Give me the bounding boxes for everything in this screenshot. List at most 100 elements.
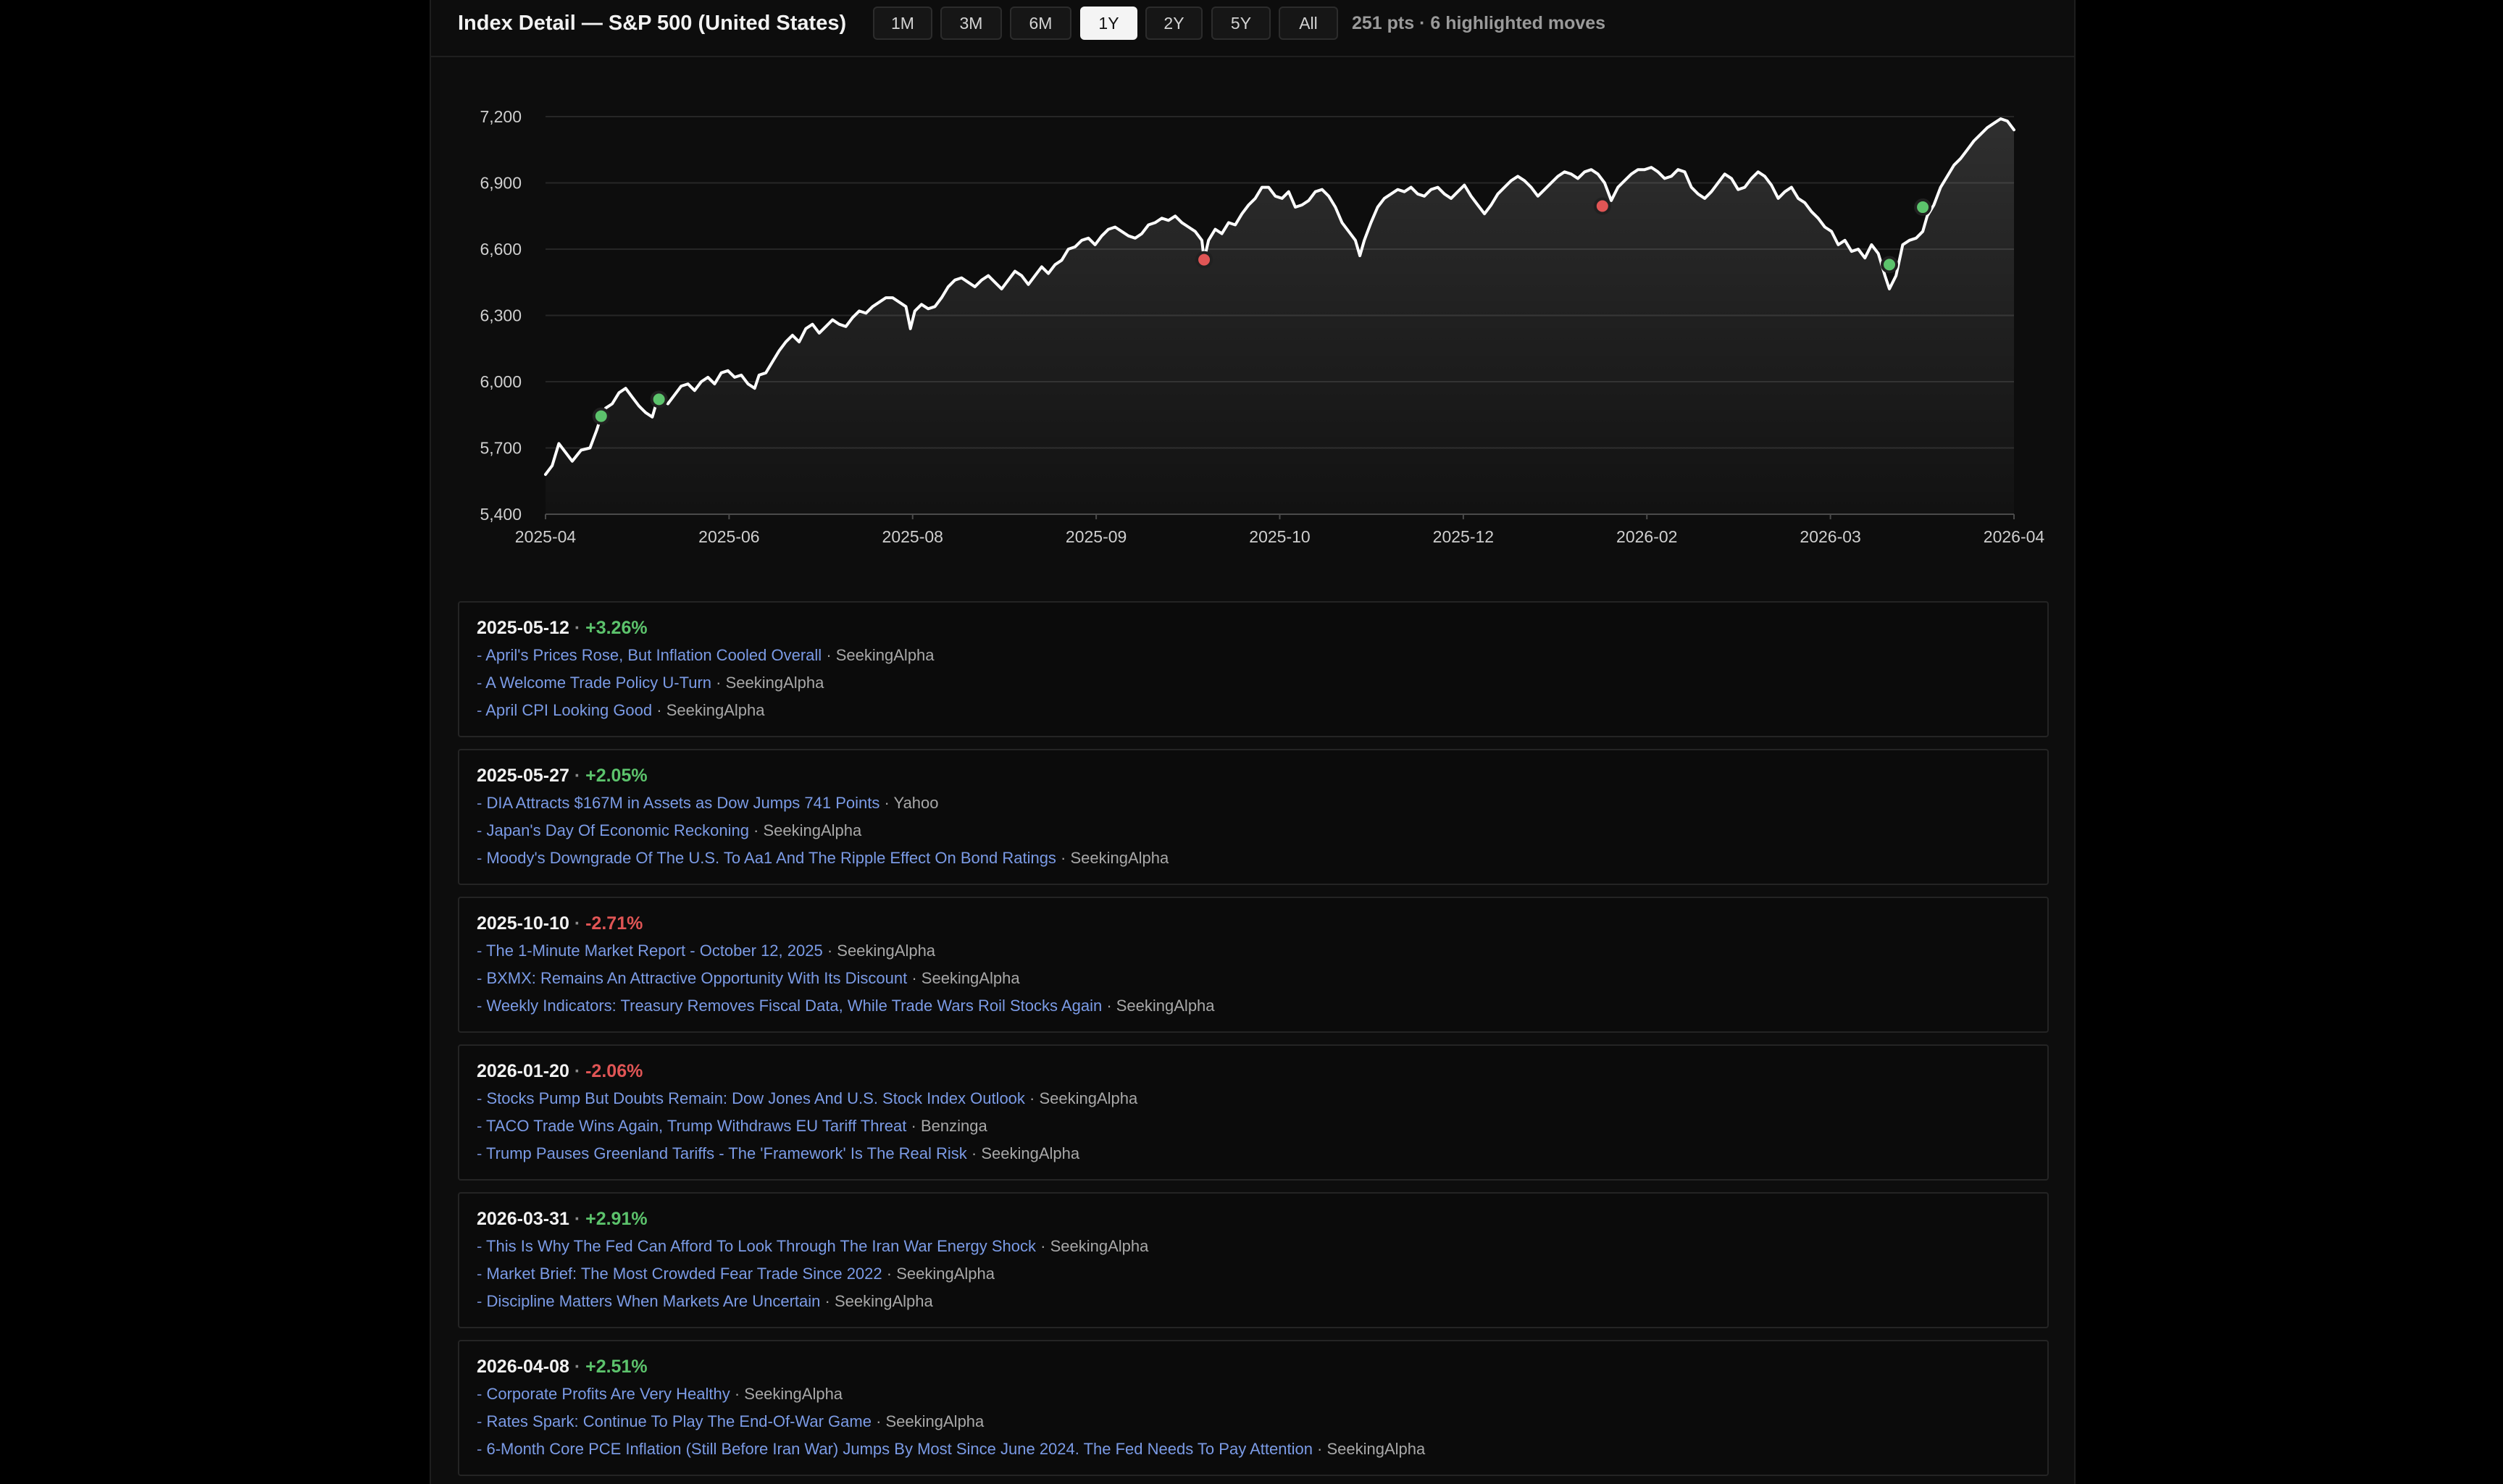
y-tick-label: 6,600 bbox=[480, 240, 522, 259]
news-source: · SeekingAlpha bbox=[907, 969, 1020, 987]
move-change: +2.51% bbox=[585, 1357, 648, 1377]
bullet-dash: - bbox=[477, 1265, 487, 1283]
x-tick-label: 2025-08 bbox=[882, 527, 943, 546]
range-button-1m[interactable]: 1M bbox=[873, 7, 932, 40]
move-header: 2025-05-12 · +3.26% bbox=[477, 616, 648, 640]
move-marker-up[interactable] bbox=[592, 407, 610, 425]
news-source: · SeekingAlpha bbox=[822, 942, 936, 960]
move-marker-up[interactable] bbox=[1881, 256, 1899, 274]
news-link[interactable]: Rates Spark: Continue To Play The End-Of… bbox=[486, 1412, 872, 1430]
news-link[interactable]: April's Prices Rose, But Inflation Coole… bbox=[485, 646, 822, 664]
bullet-dash: - bbox=[477, 1117, 487, 1135]
range-button-1y[interactable]: 1Y bbox=[1080, 7, 1137, 40]
news-source: · SeekingAlpha bbox=[871, 1412, 985, 1430]
separator-dot: · bbox=[569, 1061, 586, 1081]
separator-dot: · bbox=[569, 913, 586, 934]
move-date: 2026-01-20 bbox=[477, 1061, 569, 1081]
index-detail-panel: Index Detail — S&P 500 (United States) 1… bbox=[430, 0, 2076, 1484]
summary-text: 251 pts · 6 highlighted moves bbox=[1352, 13, 1606, 33]
news-item: - April's Prices Rose, But Inflation Coo… bbox=[477, 643, 935, 668]
news-item: - A Welcome Trade Policy U-Turn · Seekin… bbox=[477, 671, 824, 695]
news-source: · SeekingAlpha bbox=[820, 1292, 933, 1310]
header-bar: Index Detail — S&P 500 (United States) 1… bbox=[431, 0, 2074, 57]
move-card: 2026-01-20 · -2.06% - Stocks Pump But Dou… bbox=[458, 1044, 2049, 1181]
separator-dot: · bbox=[569, 766, 586, 786]
news-link[interactable]: Weekly Indicators: Treasury Removes Fisc… bbox=[486, 997, 1102, 1015]
bullet-dash: - bbox=[477, 1440, 487, 1458]
news-link[interactable]: Trump Pauses Greenland Tariffs - The 'Fr… bbox=[486, 1144, 967, 1162]
bullet-dash: - bbox=[477, 849, 487, 867]
x-tick-label: 2025-12 bbox=[1433, 527, 1494, 546]
news-item: - April CPI Looking Good · SeekingAlpha bbox=[477, 698, 764, 723]
range-button-6m[interactable]: 6M bbox=[1010, 7, 1071, 40]
move-header: 2026-04-08 · +2.51% bbox=[477, 1354, 648, 1379]
range-button-5y[interactable]: 5Y bbox=[1211, 7, 1271, 40]
series-area-fill bbox=[546, 119, 2014, 514]
news-link[interactable]: The 1-Minute Market Report - October 12,… bbox=[486, 942, 823, 960]
bullet-dash: - bbox=[477, 701, 486, 719]
move-marker-up[interactable] bbox=[650, 390, 668, 408]
move-date: 2025-05-12 bbox=[477, 618, 569, 638]
news-link[interactable]: A Welcome Trade Policy U-Turn bbox=[485, 674, 711, 692]
news-item: - 6-Month Core PCE Inflation (Still Befo… bbox=[477, 1437, 1425, 1462]
range-button-3m[interactable]: 3M bbox=[940, 7, 1002, 40]
news-item: - Moody's Downgrade Of The U.S. To Aa1 A… bbox=[477, 846, 1169, 871]
move-change: +2.91% bbox=[585, 1209, 648, 1229]
move-date: 2026-03-31 bbox=[477, 1209, 569, 1229]
bullet-dash: - bbox=[477, 1385, 487, 1403]
news-link[interactable]: BXMX: Remains An Attractive Opportunity … bbox=[486, 969, 907, 987]
news-link[interactable]: Stocks Pump But Doubts Remain: Dow Jones… bbox=[486, 1089, 1024, 1107]
move-card: 2025-10-10 · -2.71% - The 1-Minute Market… bbox=[458, 897, 2049, 1033]
move-change: +2.05% bbox=[585, 766, 648, 786]
news-source: · SeekingAlpha bbox=[1102, 997, 1215, 1015]
y-tick-label: 7,200 bbox=[480, 107, 522, 126]
news-link[interactable]: Moody's Downgrade Of The U.S. To Aa1 And… bbox=[486, 849, 1056, 867]
news-link[interactable]: 6-Month Core PCE Inflation (Still Before… bbox=[486, 1440, 1312, 1458]
news-source: · SeekingAlpha bbox=[748, 821, 862, 839]
chart-area bbox=[546, 119, 2014, 514]
news-source: · Benzinga bbox=[906, 1117, 987, 1135]
news-item: - Trump Pauses Greenland Tariffs - The '… bbox=[477, 1141, 1079, 1166]
news-link[interactable]: This Is Why The Fed Can Afford To Look T… bbox=[486, 1237, 1036, 1255]
news-link[interactable]: April CPI Looking Good bbox=[485, 701, 652, 719]
news-link[interactable]: Japan's Day Of Economic Reckoning bbox=[486, 821, 748, 839]
news-item: - Corporate Profits Are Very Healthy · S… bbox=[477, 1382, 843, 1407]
bullet-dash: - bbox=[477, 794, 487, 812]
news-item: - DIA Attracts $167M in Assets as Dow Ju… bbox=[477, 791, 939, 816]
news-item: - TACO Trade Wins Again, Trump Withdraws… bbox=[477, 1114, 987, 1139]
y-tick-label: 5,400 bbox=[480, 505, 522, 524]
news-source: · SeekingAlpha bbox=[882, 1265, 995, 1283]
news-link[interactable]: TACO Trade Wins Again, Trump Withdraws E… bbox=[486, 1117, 906, 1135]
move-card: 2025-05-12 · +3.26% - April's Prices Rose… bbox=[458, 601, 2049, 737]
news-source: · SeekingAlpha bbox=[1036, 1237, 1149, 1255]
y-tick-label: 6,900 bbox=[480, 174, 522, 193]
news-item: - The 1-Minute Market Report - October 1… bbox=[477, 939, 935, 963]
y-tick-label: 6,300 bbox=[480, 306, 522, 325]
news-link[interactable]: Corporate Profits Are Very Healthy bbox=[486, 1385, 730, 1403]
move-header: 2025-10-10 · -2.71% bbox=[477, 911, 643, 936]
news-source: · SeekingAlpha bbox=[1312, 1440, 1426, 1458]
separator-dot: · bbox=[569, 1209, 586, 1229]
news-source: · Yahoo bbox=[879, 794, 939, 812]
move-marker-up[interactable] bbox=[1914, 198, 1932, 217]
x-tick-label: 2026-02 bbox=[1616, 527, 1677, 546]
bullet-dash: - bbox=[477, 1292, 487, 1310]
move-marker-down[interactable] bbox=[1593, 197, 1611, 215]
range-button-all[interactable]: All bbox=[1279, 7, 1338, 40]
bullet-dash: - bbox=[477, 969, 487, 987]
move-marker-down[interactable] bbox=[1195, 251, 1213, 269]
move-card: 2026-04-08 · +2.51% - Corporate Profits A… bbox=[458, 1340, 2049, 1476]
y-tick-label: 5,700 bbox=[480, 439, 522, 458]
news-item: - Weekly Indicators: Treasury Removes Fi… bbox=[477, 994, 1215, 1018]
move-header: 2026-03-31 · +2.91% bbox=[477, 1207, 648, 1231]
news-item: - Discipline Matters When Markets Are Un… bbox=[477, 1289, 933, 1314]
news-link[interactable]: DIA Attracts $167M in Assets as Dow Jump… bbox=[486, 794, 879, 812]
move-change: -2.71% bbox=[585, 913, 643, 934]
news-item: - Market Brief: The Most Crowded Fear Tr… bbox=[477, 1262, 995, 1286]
news-link[interactable]: Discipline Matters When Markets Are Unce… bbox=[486, 1292, 820, 1310]
news-link[interactable]: Market Brief: The Most Crowded Fear Trad… bbox=[486, 1265, 882, 1283]
news-item: - Rates Spark: Continue To Play The End-… bbox=[477, 1409, 984, 1434]
bullet-dash: - bbox=[477, 1237, 487, 1255]
range-button-2y[interactable]: 2Y bbox=[1145, 7, 1203, 40]
bullet-dash: - bbox=[477, 674, 486, 692]
